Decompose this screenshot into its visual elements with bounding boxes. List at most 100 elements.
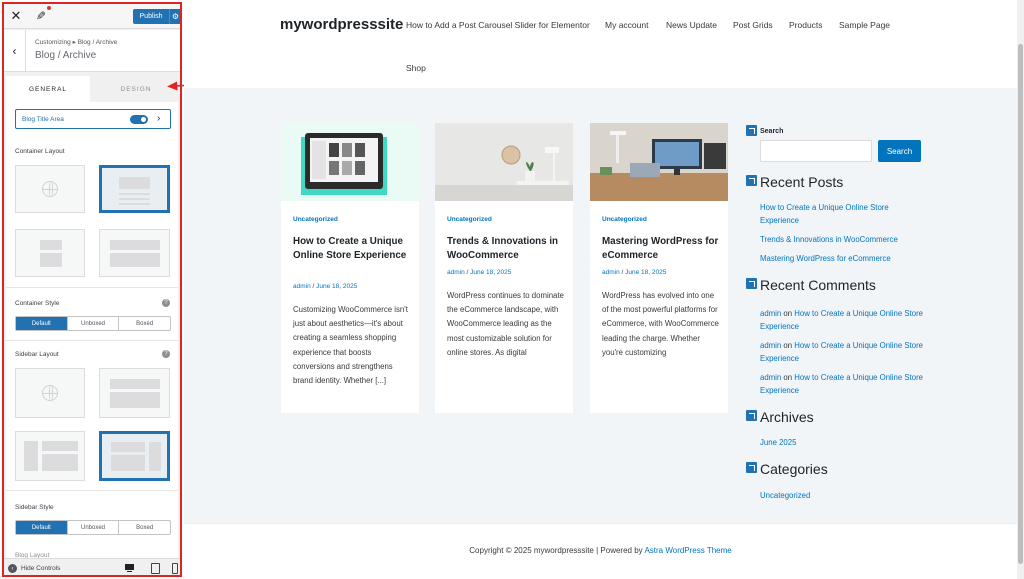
hide-controls-button[interactable]: Hide Controls: [21, 565, 60, 572]
publish-button[interactable]: Publish: [133, 9, 169, 24]
sidebar-style-default[interactable]: Default: [16, 521, 67, 534]
post-category[interactable]: Uncategorized: [293, 216, 338, 223]
close-icon[interactable]: ✕: [6, 6, 26, 26]
site-title[interactable]: mywordpresssite: [280, 16, 403, 33]
nav-item[interactable]: Products: [789, 20, 823, 30]
comment-on: on: [783, 341, 793, 350]
blog-title-area-row[interactable]: Blog Title Area ›: [15, 109, 171, 129]
post-author[interactable]: admin: [602, 269, 620, 276]
help-icon[interactable]: ?: [162, 350, 170, 358]
sidebar-layout-no-sidebar[interactable]: [99, 368, 170, 418]
collapse-icon[interactable]: ‹: [8, 564, 17, 573]
post-date[interactable]: June 18, 2025: [316, 283, 357, 290]
comment-on: on: [783, 309, 793, 318]
post-title[interactable]: Trends & Innovations in WooCommerce: [447, 235, 565, 263]
nav-item[interactable]: My account: [605, 20, 648, 30]
container-layout-default[interactable]: [15, 165, 85, 213]
tablet-icon[interactable]: [150, 563, 162, 574]
blog-title-area-toggle[interactable]: [130, 115, 148, 124]
container-layout-full-width[interactable]: [99, 229, 170, 277]
site-footer: Copyright © 2025 mywordpresssite | Power…: [184, 523, 1017, 579]
edit-shortcut-icon[interactable]: [746, 462, 757, 473]
desktop-stand: [127, 571, 132, 572]
layout-sketch-block: [110, 240, 160, 250]
recent-comment-item: admin on How to Create a Unique Online S…: [760, 371, 925, 397]
sidebar-layout-right-sidebar[interactable]: [99, 431, 170, 481]
layout-sketch-block: [42, 454, 78, 471]
nav-item[interactable]: Sample Page: [839, 20, 890, 30]
arrow-head: [167, 81, 178, 91]
divider: [6, 287, 178, 288]
layout-sketch-block: [110, 253, 160, 267]
edit-shortcut-icon[interactable]: [746, 175, 757, 186]
mobile-icon[interactable]: [170, 563, 180, 574]
container-layout-label: Container Layout: [15, 148, 65, 155]
scrollbar-thumb[interactable]: [1018, 44, 1023, 564]
container-layout-narrow[interactable]: [15, 229, 85, 277]
post-date[interactable]: June 18, 2025: [625, 269, 666, 276]
site-header: mywordpresssite How to Add a Post Carous…: [184, 0, 1017, 88]
nav-item[interactable]: How to Add a Post Carousel Slider for El…: [406, 20, 590, 30]
mobile-frame: [172, 563, 178, 574]
post-title[interactable]: Mastering WordPress for eCommerce: [602, 235, 720, 263]
gear-icon[interactable]: ⚙: [169, 9, 180, 24]
edit-shortcut-icon[interactable]: [746, 278, 757, 289]
customizer-panel: ✕ ✎ Publish ⚙ ‹ Customizing ▸ Blog / Arc…: [2, 2, 182, 577]
customizer-body: Blog Title Area › Container Layout Conta…: [6, 102, 178, 559]
post-category[interactable]: Uncategorized: [447, 216, 492, 223]
sidebar-style-boxed[interactable]: Boxed: [118, 521, 170, 534]
post-card: Uncategorized How to Create a Unique Onl…: [281, 123, 419, 413]
nav-item[interactable]: News Update: [666, 20, 717, 30]
recent-post-link[interactable]: Trends & Innovations in WooCommerce: [760, 233, 925, 246]
post-category[interactable]: Uncategorized: [602, 216, 647, 223]
post-meta: admin / June 18, 2025: [293, 283, 357, 290]
sidebar-style-segmented: Default Unboxed Boxed: [15, 520, 171, 535]
chevron-right-icon[interactable]: ›: [157, 113, 160, 124]
breadcrumb: Customizing ▸ Blog / Archive: [35, 39, 118, 46]
layout-sketch-block: [111, 442, 145, 452]
container-style-default[interactable]: Default: [16, 317, 67, 330]
archive-link[interactable]: June 2025: [760, 436, 925, 449]
categories-heading: Categories: [760, 461, 828, 477]
customizer-topbar: ✕ ✎ Publish ⚙: [4, 4, 180, 29]
tab-general[interactable]: GENERAL: [6, 76, 90, 102]
sidebar-layout-left-sidebar[interactable]: [15, 431, 85, 481]
post-author[interactable]: admin: [293, 283, 311, 290]
layout-sketch-block: [110, 392, 160, 408]
search-button[interactable]: Search: [878, 140, 921, 162]
help-icon[interactable]: ?: [162, 299, 170, 307]
post-thumbnail[interactable]: [590, 123, 728, 201]
container-layout-boxed[interactable]: [99, 165, 170, 213]
toggle-knob: [141, 117, 146, 122]
sidebar-layout-default[interactable]: [15, 368, 85, 418]
globe-icon: [42, 181, 58, 197]
post-thumbnail[interactable]: [281, 123, 419, 201]
comment-author[interactable]: admin: [760, 309, 781, 318]
container-style-boxed[interactable]: Boxed: [118, 317, 170, 330]
customizer-footer: ‹ Hide Controls: [4, 558, 180, 575]
desktop-icon[interactable]: [124, 563, 136, 574]
comment-author[interactable]: admin: [760, 373, 781, 382]
tab-bar: GENERAL DESIGN: [6, 76, 178, 102]
layout-sketch-block: [149, 442, 161, 471]
post-date[interactable]: June 18, 2025: [470, 269, 511, 276]
edit-shortcut-icon[interactable]: [746, 410, 757, 421]
layout-sketch-line: [119, 193, 150, 195]
recent-post-link[interactable]: Mastering WordPress for eCommerce: [760, 252, 925, 265]
search-input[interactable]: [760, 140, 872, 162]
recent-post-link[interactable]: How to Create a Unique Online Store Expe…: [760, 201, 925, 227]
container-style-unboxed[interactable]: Unboxed: [66, 317, 119, 330]
section-header: ‹ Customizing ▸ Blog / Archive Blog / Ar…: [4, 30, 180, 72]
scrollbar[interactable]: [1017, 0, 1024, 579]
theme-link[interactable]: Astra WordPress Theme: [644, 546, 731, 555]
back-chevron-icon[interactable]: ‹: [4, 30, 26, 72]
post-author[interactable]: admin: [447, 269, 465, 276]
comment-author[interactable]: admin: [760, 341, 781, 350]
post-title[interactable]: How to Create a Unique Online Store Expe…: [293, 235, 411, 263]
nav-item[interactable]: Shop: [406, 63, 426, 73]
edit-shortcut-icon[interactable]: [746, 125, 757, 136]
post-thumbnail[interactable]: [435, 123, 573, 201]
sidebar-style-unboxed[interactable]: Unboxed: [66, 521, 119, 534]
category-link[interactable]: Uncategorized: [760, 489, 925, 502]
nav-item[interactable]: Post Grids: [733, 20, 773, 30]
